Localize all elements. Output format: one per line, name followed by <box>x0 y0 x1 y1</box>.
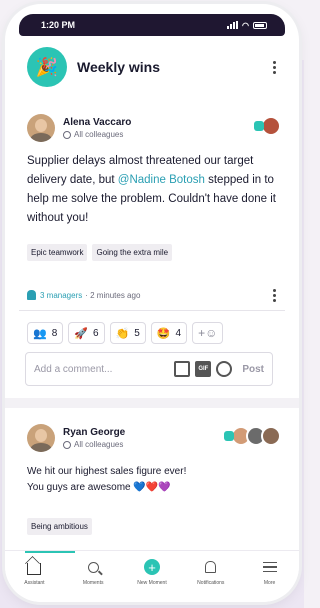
recipient-avatar <box>261 116 281 136</box>
status-bar: 1:20 PM ◠ <box>19 14 285 36</box>
managers-link[interactable]: 3 managers <box>40 291 82 300</box>
bell-icon <box>203 559 219 575</box>
gif-icon[interactable]: GIF <box>195 361 212 377</box>
search-icon <box>85 559 101 575</box>
clap-icon: 👏 <box>115 327 130 340</box>
tab-bar: Assistant Moments + New Moment Notificat… <box>5 550 299 602</box>
recipient-avatar <box>261 426 281 446</box>
tag-icon <box>224 431 234 441</box>
badge: Epic teamwork <box>27 244 88 261</box>
bell-icon <box>27 290 36 300</box>
plus-icon: + <box>143 559 160 575</box>
post-button[interactable]: Post <box>242 364 264 375</box>
comment-input[interactable]: Add a comment... GIF Post <box>25 352 273 386</box>
post-body: We hit our highest sales figure ever! Yo… <box>27 466 187 493</box>
post-meta: 3 managers · 2 minutes ago <box>27 286 281 304</box>
phone-frame: 1:20 PM ◠ 🎉 Weekly wins Alena Vaccaro Al… <box>5 4 299 602</box>
post-body: Supplier delays almost threatened our ta… <box>27 155 276 224</box>
status-time: 1:20 PM <box>41 20 76 30</box>
value-badges: Epic teamwork Going the extra mile <box>27 244 173 261</box>
add-reaction-button[interactable]: +☺ <box>192 322 224 344</box>
author-avatar[interactable] <box>27 114 55 142</box>
author-block: Ryan George All colleagues <box>63 427 125 449</box>
status-icons: ◠ <box>227 21 267 30</box>
globe-icon <box>63 440 71 449</box>
author-name[interactable]: Alena Vaccaro <box>63 117 131 128</box>
reactions: 👥 8 🚀 6 👏 5 🤩 4 +☺ <box>27 322 224 344</box>
mention-link[interactable]: @Nadine Botosh <box>118 174 205 186</box>
tag-icon <box>254 121 264 131</box>
reaction-star-eyes[interactable]: 🤩 4 <box>150 322 188 344</box>
recipients[interactable] <box>224 426 281 446</box>
menu-icon <box>262 559 278 575</box>
home-icon <box>26 559 42 575</box>
tab-new-moment[interactable]: + New Moment <box>123 551 182 602</box>
author-avatar[interactable] <box>27 424 55 452</box>
tab-moments[interactable]: Moments <box>64 551 123 602</box>
reaction-rocket[interactable]: 🚀 6 <box>68 322 105 344</box>
emoji-icon[interactable] <box>216 361 233 377</box>
wifi-icon: ◠ <box>242 20 249 30</box>
star-eyes-icon: 🤩 <box>156 327 171 340</box>
globe-icon <box>63 130 71 139</box>
recipients[interactable] <box>254 116 281 136</box>
post-card: Alena Vaccaro All colleagues Supplier de… <box>5 98 299 398</box>
badge: Being ambitious <box>27 518 92 535</box>
badge: Going the extra mile <box>92 244 173 261</box>
post-card: Ryan George All colleagues We hit our hi… <box>5 408 299 550</box>
post-time: · 2 minutes ago <box>85 290 141 300</box>
tab-notifications[interactable]: Notifications <box>181 551 240 602</box>
value-badges: Being ambitious <box>27 518 92 535</box>
author-name[interactable]: Ryan George <box>63 427 125 438</box>
audience-label: All colleagues <box>63 440 125 449</box>
rocket-icon: 🚀 <box>74 327 88 340</box>
post-header: Ryan George All colleagues <box>27 424 125 452</box>
battery-icon <box>253 21 267 29</box>
tab-more[interactable]: More <box>240 551 299 602</box>
reaction-people[interactable]: 👥 8 <box>27 322 64 344</box>
comment-placeholder: Add a comment... <box>34 363 113 375</box>
author-block: Alena Vaccaro All colleagues <box>63 117 131 139</box>
tab-assistant[interactable]: Assistant <box>5 551 64 602</box>
divider <box>19 310 285 311</box>
post-more-icon[interactable] <box>267 286 281 304</box>
page-title: Weekly wins <box>77 59 161 75</box>
signal-icon <box>227 21 239 29</box>
image-icon[interactable] <box>174 361 191 377</box>
app-header: 🎉 Weekly wins <box>5 38 299 96</box>
active-tab-indicator <box>25 551 75 553</box>
post-header: Alena Vaccaro All colleagues <box>27 114 131 142</box>
feed[interactable]: Alena Vaccaro All colleagues Supplier de… <box>5 98 299 550</box>
reaction-clap[interactable]: 👏 5 <box>109 322 146 344</box>
audience-label: All colleagues <box>63 130 131 139</box>
party-logo-icon: 🎉 <box>27 47 67 87</box>
people-icon: 👥 <box>33 327 47 340</box>
header-more-icon[interactable] <box>267 58 281 76</box>
